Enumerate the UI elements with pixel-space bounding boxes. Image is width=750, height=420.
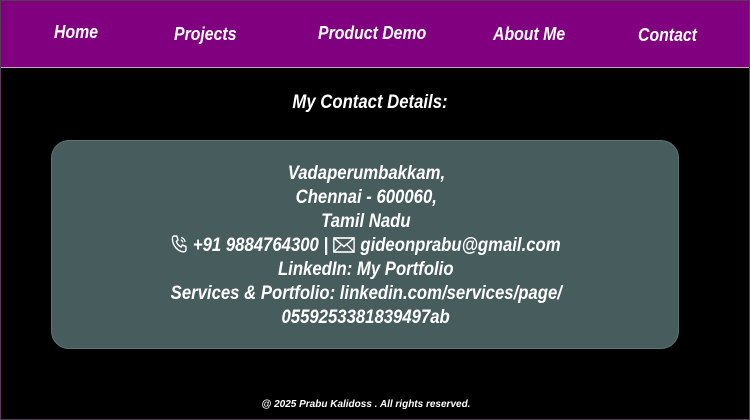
top-navbar: Home Projects Product Demo About Me Cont…	[0, 0, 750, 68]
phone-number[interactable]: +91 9884764300	[193, 235, 319, 256]
address-line-2-text: Chennai - 600060,	[295, 187, 437, 208]
phone-icon	[171, 234, 189, 261]
contact-card: Vadaperumbakkam, Chennai - 600060, Tamil…	[51, 140, 679, 349]
address-line-1-text: Vadaperumbakkam,	[287, 163, 445, 184]
linkedin-portfolio-link[interactable]: My Portfolio	[357, 259, 454, 280]
linkedin-label: LinkedIn:	[278, 259, 353, 280]
separator: |	[323, 235, 329, 256]
services-line: Services & Portfolio: linkedin.com/servi…	[52, 282, 680, 306]
services-link-continued[interactable]: 0559253381839497ab	[282, 307, 450, 328]
nav-home-link[interactable]: Home	[54, 22, 98, 43]
nav-projects-link[interactable]: Projects	[174, 24, 237, 45]
services-link[interactable]: linkedin.com/services/page/	[340, 283, 562, 304]
footer-copyright: @ 2025 Prabu Kalidoss . All rights reser…	[261, 399, 471, 410]
nav-about-me-link[interactable]: About Me	[493, 24, 565, 45]
services-label: Services & Portfolio:	[170, 283, 335, 304]
phone-email-line: +91 9884764300 | gideonprabu@gmail.com	[52, 234, 680, 261]
linkedin-line: LinkedIn: My Portfolio	[52, 258, 680, 282]
email-link[interactable]: gideonprabu@gmail.com	[361, 235, 561, 256]
nav-contact-link[interactable]: Contact	[638, 25, 697, 46]
page-title: My Contact Details:	[292, 92, 448, 113]
address-line-3: Tamil Nadu	[52, 210, 680, 234]
address-line-2: Chennai - 600060,	[52, 186, 680, 210]
services-line-continued: 0559253381839497ab	[52, 306, 680, 330]
nav-product-demo-link[interactable]: Product Demo	[318, 23, 426, 44]
address-line-1: Vadaperumbakkam,	[52, 162, 680, 186]
address-line-3-text: Tamil Nadu	[321, 211, 411, 232]
